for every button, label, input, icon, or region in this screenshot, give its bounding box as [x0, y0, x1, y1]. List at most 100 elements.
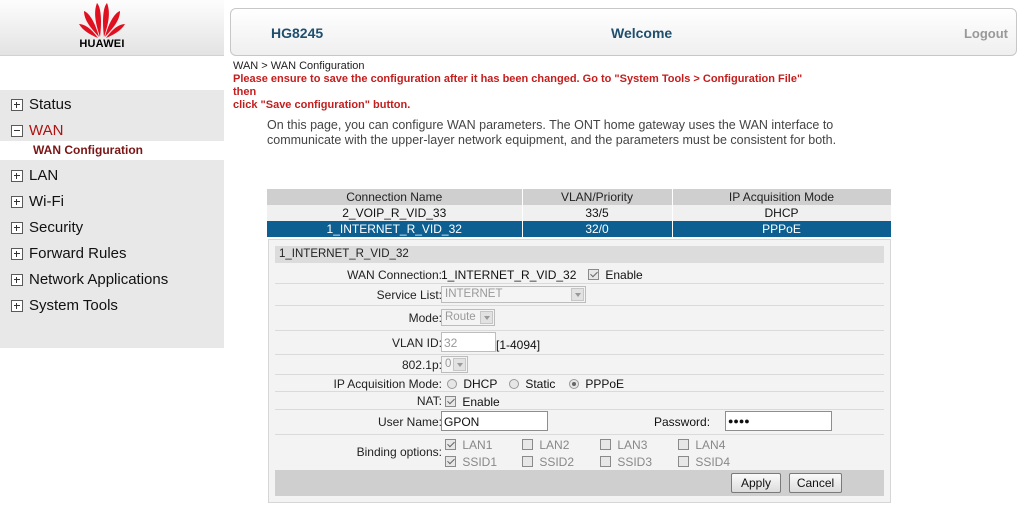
enable-checkbox-group: Enable: [588, 268, 643, 282]
checkbox-label: LAN2: [539, 438, 570, 452]
checkbox-label: Enable: [462, 395, 500, 409]
checkbox-label: LAN4: [695, 438, 726, 452]
input-value: 32: [444, 336, 458, 350]
field-label: Service List:: [376, 288, 442, 302]
logout-link[interactable]: Logout: [964, 26, 1008, 41]
checkbox-label: SSID4: [695, 455, 731, 469]
select-value: INTERNET: [445, 288, 503, 300]
ip-mode-option-static[interactable]: Static: [509, 377, 555, 391]
wan-details-form: 1_INTERNET_R_VID_32 WAN Connection: 1_IN…: [268, 239, 891, 503]
field-label: WAN Connection:: [347, 268, 442, 282]
sidebar-item-label: Network Applications: [29, 271, 169, 288]
cancel-button[interactable]: Cancel: [789, 473, 842, 493]
sidebar-item-lan[interactable]: LAN: [0, 165, 224, 187]
checkbox[interactable]: [678, 439, 689, 450]
collapse-minus-icon: [11, 125, 23, 137]
checkbox[interactable]: [678, 456, 689, 467]
binding-lan2[interactable]: LAN2: [522, 438, 569, 452]
binding-ssid4[interactable]: SSID4: [678, 455, 730, 469]
vlan-id-range-hint: [1-4094]: [496, 338, 541, 352]
nat-enable-checkbox[interactable]: [445, 396, 456, 407]
apply-button[interactable]: Apply: [731, 473, 781, 493]
expand-plus-icon: [11, 99, 23, 111]
radio-button[interactable]: [509, 379, 519, 389]
form-row-service-list: Service List: INTERNET: [275, 284, 884, 306]
page-description: On this page, you can configure WAN para…: [267, 118, 867, 148]
checkbox[interactable]: [600, 456, 611, 467]
table-row-selected[interactable]: 1_INTERNET_R_VID_32 32/0 PPPoE: [267, 221, 892, 237]
table-cell: DHCP: [672, 205, 892, 221]
select-value: Route: [445, 311, 476, 323]
priority-8021p-select[interactable]: 0: [441, 356, 468, 373]
checkbox-label: LAN3: [617, 438, 648, 452]
field-label: 802.1p:: [401, 358, 442, 372]
checkbox[interactable]: [445, 439, 456, 450]
radio-button[interactable]: [447, 379, 457, 389]
dropdown-arrow-icon: [571, 288, 584, 301]
password-input[interactable]: ●●●●: [725, 411, 832, 431]
logo-area: HUAWEI: [0, 0, 224, 56]
form-title: 1_INTERNET_R_VID_32: [279, 248, 409, 260]
mode-select[interactable]: Route: [441, 309, 495, 326]
breadcrumb: WAN > WAN Configuration: [233, 60, 365, 72]
form-row-wan-connection: WAN Connection: 1_INTERNET_R_VID_32 Enab…: [275, 265, 884, 284]
sidebar-item-label: LAN: [29, 167, 59, 184]
table-cell: 33/5: [522, 205, 673, 221]
wan-connection-value: 1_INTERNET_R_VID_32: [441, 268, 577, 282]
description-line: communicate with the upper-layer network…: [267, 133, 837, 147]
sidebar-subitem-label: WAN Configuration: [33, 143, 143, 157]
expand-plus-icon: [11, 248, 23, 260]
sidebar-item-status[interactable]: Status: [0, 94, 224, 116]
description-line: On this page, you can configure WAN para…: [267, 118, 834, 132]
huawei-logo-icon: [79, 3, 125, 38]
field-label: IP Acquisition Mode:: [333, 377, 442, 391]
binding-ssid3[interactable]: SSID3: [600, 455, 652, 469]
vlan-id-input[interactable]: 32: [441, 332, 496, 352]
binding-lan3[interactable]: LAN3: [600, 438, 647, 452]
form-row-credentials: User Name: GPON Password: ●●●●: [275, 410, 884, 435]
service-list-select[interactable]: INTERNET: [441, 286, 586, 303]
sidebar-item-network-applications[interactable]: Network Applications: [0, 269, 224, 291]
checkbox[interactable]: [522, 456, 533, 467]
nat-checkbox-group: Enable: [445, 395, 500, 409]
field-label: VLAN ID:: [391, 336, 442, 350]
radio-button-selected[interactable]: [569, 379, 579, 389]
sidebar-item-wifi[interactable]: Wi-Fi: [0, 191, 224, 213]
sidebar-subitem-wan-configuration[interactable]: WAN Configuration: [0, 141, 224, 160]
checkbox[interactable]: [600, 439, 611, 450]
select-value: 0: [445, 358, 452, 370]
table-row[interactable]: 2_VOIP_R_VID_33 33/5 DHCP: [267, 205, 892, 221]
username-input[interactable]: GPON: [441, 411, 548, 431]
save-notice: Please ensure to save the configuration …: [233, 73, 813, 112]
sidebar-item-system-tools[interactable]: System Tools: [0, 295, 224, 317]
sidebar-item-wan[interactable]: WAN: [0, 120, 224, 142]
sidebar-item-label: System Tools: [29, 297, 118, 314]
sidebar-item-label: Status: [29, 96, 72, 113]
sidebar-item-security[interactable]: Security: [0, 217, 224, 239]
input-value: ●●●●: [728, 416, 750, 426]
sidebar-menu: Status WAN WAN Configuration LAN Wi-Fi S…: [0, 90, 224, 348]
binding-ssid2[interactable]: SSID2: [522, 455, 574, 469]
sidebar-item-label: WAN: [29, 122, 64, 139]
checkbox[interactable]: [522, 439, 533, 450]
field-label: Mode:: [408, 311, 442, 325]
checkbox-label: SSID3: [617, 455, 653, 469]
notice-line: click "Save configuration" button.: [233, 99, 411, 111]
expand-plus-icon: [11, 300, 23, 312]
binding-ssid1[interactable]: SSID1: [445, 455, 497, 469]
ip-mode-option-dhcp[interactable]: DHCP: [447, 377, 497, 391]
field-label: Password:: [654, 415, 711, 429]
table-header-row: Connection Name VLAN/Priority IP Acquisi…: [267, 189, 892, 205]
ip-mode-option-pppoe[interactable]: PPPoE: [569, 377, 624, 391]
enable-checkbox[interactable]: [588, 269, 599, 280]
radio-label: PPPoE: [585, 377, 625, 391]
form-row-mode: Mode: Route: [275, 306, 884, 331]
binding-lan1[interactable]: LAN1: [445, 438, 492, 452]
form-row-8021p: 802.1p: 0: [275, 355, 884, 375]
checkbox[interactable]: [445, 456, 456, 467]
sidebar-item-forward-rules[interactable]: Forward Rules: [0, 243, 224, 265]
radio-label: DHCP: [463, 377, 498, 391]
field-label: Binding options:: [356, 445, 442, 459]
column-header: IP Acquisition Mode: [672, 189, 892, 205]
binding-lan4[interactable]: LAN4: [678, 438, 725, 452]
